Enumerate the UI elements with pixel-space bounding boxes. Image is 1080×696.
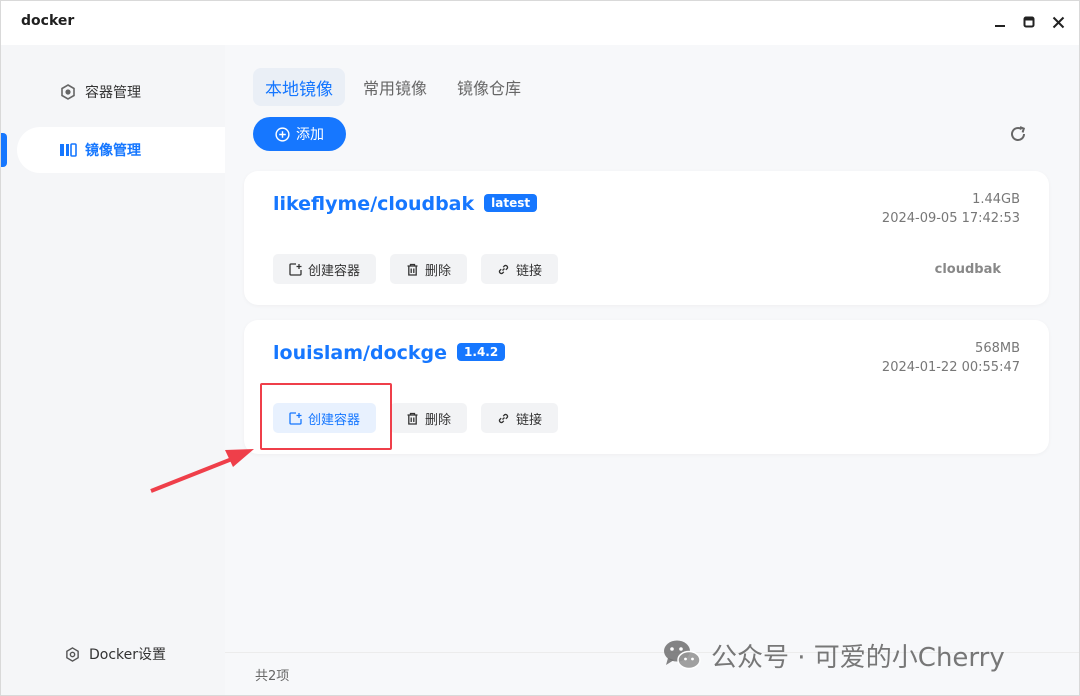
plus-circle-icon xyxy=(275,126,290,142)
delete-button[interactable]: 删除 xyxy=(390,403,468,433)
create-container-label: 创建容器 xyxy=(308,263,361,279)
card-actions: 创建容器 删除 链接 xyxy=(273,254,559,284)
add-box-icon xyxy=(289,262,302,276)
gear-icon xyxy=(63,645,81,663)
sidebar-item-label: 容器管理 xyxy=(85,85,141,101)
image-name[interactable]: louislam/dockge xyxy=(273,342,447,364)
delete-label: 删除 xyxy=(425,412,452,428)
image-card: likeflyme/cloudbak latest 1.44GB 2024-09-… xyxy=(244,171,1049,305)
title-bar: docker xyxy=(1,1,1079,45)
image-icon xyxy=(59,141,77,159)
running-container-name[interactable]: cloudbak xyxy=(935,262,1001,277)
image-date: 2024-01-22 00:55:47 xyxy=(881,360,1020,375)
image-tag-badge: latest xyxy=(484,194,538,212)
trash-icon xyxy=(406,263,419,276)
sidebar-item-containers[interactable]: 容器管理 xyxy=(17,69,225,115)
minimize-button[interactable] xyxy=(989,11,1011,33)
sidebar-item-label: 镜像管理 xyxy=(85,143,141,159)
image-tag-badge: 1.4.2 xyxy=(457,343,506,361)
close-icon xyxy=(1052,16,1064,28)
close-button[interactable] xyxy=(1047,11,1069,33)
main-panel: 本地镜像 常用镜像 镜像仓库 添加 likeflyme/cloudbak late… xyxy=(225,45,1079,695)
tab-bar: 本地镜像 常用镜像 镜像仓库 xyxy=(253,68,533,106)
add-button-label: 添加 xyxy=(296,127,324,143)
container-icon xyxy=(59,83,77,101)
tab-local-images[interactable]: 本地镜像 xyxy=(253,68,345,106)
sidebar-item-settings[interactable]: Docker设置 xyxy=(17,631,225,677)
image-name-row: louislam/dockge 1.4.2 xyxy=(273,342,506,364)
link-button[interactable]: 链接 xyxy=(481,254,559,284)
app-title: docker xyxy=(21,13,75,29)
image-size: 568MB xyxy=(975,341,1020,356)
delete-label: 删除 xyxy=(425,263,452,279)
image-size: 1.44GB xyxy=(972,192,1020,207)
link-icon xyxy=(497,263,510,276)
add-button[interactable]: 添加 xyxy=(253,117,346,151)
sidebar: 容器管理 镜像管理 Docker设置 xyxy=(1,45,225,695)
total-count: 共2项 xyxy=(255,669,290,684)
active-indicator xyxy=(1,133,7,167)
refresh-icon xyxy=(1011,126,1026,141)
image-name[interactable]: likeflyme/cloudbak xyxy=(273,193,474,215)
trash-icon xyxy=(406,412,419,425)
maximize-button[interactable] xyxy=(1018,11,1040,33)
image-name-row: likeflyme/cloudbak latest xyxy=(273,193,538,215)
tab-image-registry[interactable]: 镜像仓库 xyxy=(445,68,533,106)
watermark: 公众号 · 可爱的小Cherry xyxy=(661,635,1005,675)
delete-button[interactable]: 删除 xyxy=(390,254,468,284)
image-date: 2024-09-05 17:42:53 xyxy=(881,211,1020,226)
settings-label: Docker设置 xyxy=(89,647,167,663)
app-window: docker 容器管理 镜像管理 Docker设置 本地镜像 常用镜像 镜像仓库… xyxy=(0,0,1080,696)
sidebar-item-images[interactable]: 镜像管理 xyxy=(17,127,225,173)
minimize-icon xyxy=(995,25,1005,27)
wechat-icon xyxy=(664,640,701,670)
annotation-highlight-box xyxy=(260,383,392,450)
create-container-button[interactable]: 创建容器 xyxy=(273,254,377,284)
refresh-button[interactable] xyxy=(1007,123,1029,145)
watermark-text: 公众号 · 可爱的小Cherry xyxy=(711,642,1005,673)
tab-common-images[interactable]: 常用镜像 xyxy=(351,68,439,106)
link-button[interactable]: 链接 xyxy=(481,403,559,433)
link-label: 链接 xyxy=(516,263,543,279)
maximize-icon xyxy=(1023,16,1035,28)
link-icon xyxy=(497,412,510,425)
link-label: 链接 xyxy=(516,412,543,428)
